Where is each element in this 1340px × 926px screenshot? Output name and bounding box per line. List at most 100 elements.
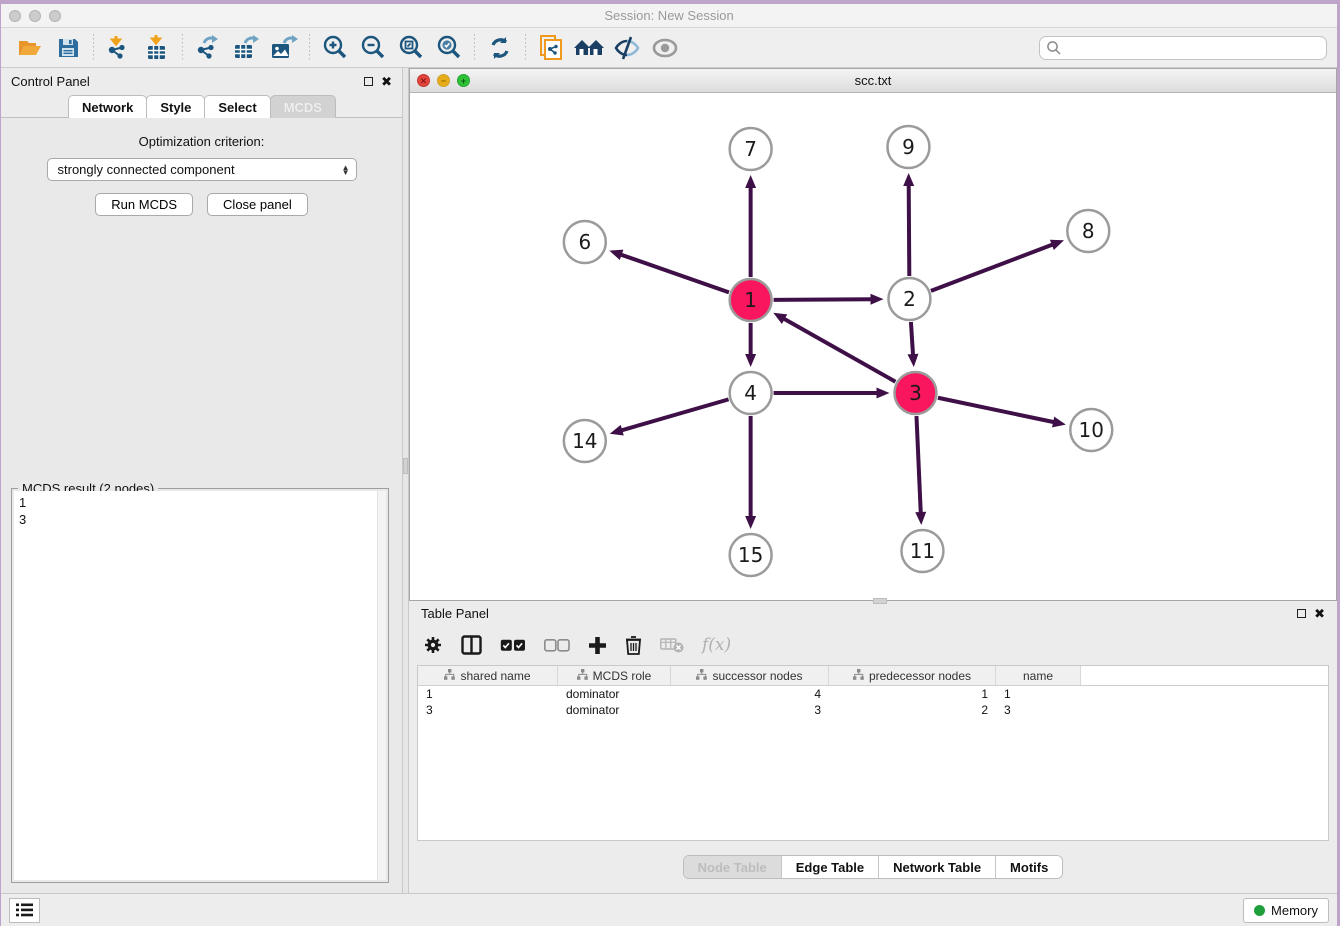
delete-column-button[interactable] xyxy=(625,635,642,655)
network-window-title: scc.txt xyxy=(410,73,1336,88)
apply-layout-button[interactable] xyxy=(484,32,516,64)
table-cell[interactable]: 2 xyxy=(829,703,996,717)
edge-1-2[interactable] xyxy=(774,299,873,300)
tab-network-table[interactable]: Network Table xyxy=(879,856,996,878)
main-toolbar xyxy=(1,28,1337,68)
table-settings-button[interactable] xyxy=(423,635,443,655)
import-network-button[interactable] xyxy=(103,32,135,64)
table-cell[interactable]: 4 xyxy=(671,687,829,701)
column-header-shared-name[interactable]: shared name xyxy=(418,666,558,685)
maximize-network-icon[interactable]: + xyxy=(457,74,470,87)
deselect-all-columns-button[interactable] xyxy=(544,639,570,652)
select-all-columns-button[interactable] xyxy=(500,639,526,652)
table-row[interactable]: 1dominator411 xyxy=(418,686,1328,702)
edge-2-9[interactable] xyxy=(909,184,910,276)
application-window: Session: New Session Cont xyxy=(1,4,1337,926)
result-scrollbar[interactable] xyxy=(377,491,386,880)
close-network-icon[interactable]: ✕ xyxy=(417,74,430,87)
edge-1-6[interactable] xyxy=(620,254,729,292)
home-button[interactable] xyxy=(573,32,605,64)
criterion-select[interactable]: strongly connected component ▲▼ xyxy=(47,158,357,181)
memory-button[interactable]: Memory xyxy=(1243,898,1329,923)
show-panels-button[interactable] xyxy=(649,32,681,64)
table-cell[interactable]: 1 xyxy=(418,687,558,701)
panel-divider[interactable] xyxy=(402,68,409,893)
table-cell[interactable]: dominator xyxy=(558,687,671,701)
create-column-button[interactable] xyxy=(588,636,607,655)
network-from-file-button[interactable] xyxy=(535,32,567,64)
task-history-button[interactable] xyxy=(9,898,40,923)
tab-node-table[interactable]: Node Table xyxy=(684,856,782,878)
horizontal-divider-grip[interactable] xyxy=(873,598,887,604)
maximize-window-icon[interactable] xyxy=(49,10,61,22)
tab-select[interactable]: Select xyxy=(204,95,270,118)
table-cell[interactable]: dominator xyxy=(558,703,671,717)
edge-2-8[interactable] xyxy=(931,244,1054,291)
status-bar: Memory xyxy=(1,893,1337,926)
column-header-mcds-role[interactable]: MCDS role xyxy=(558,666,671,685)
table-cell[interactable]: 3 xyxy=(996,703,1081,717)
close-panel-icon[interactable]: ✖ xyxy=(381,77,392,86)
close-panel-button[interactable]: Close panel xyxy=(207,193,308,216)
tab-motifs[interactable]: Motifs xyxy=(996,856,1062,878)
node-label-1: 1 xyxy=(744,288,757,312)
arrowhead-icon xyxy=(1052,417,1066,428)
zoom-in-button[interactable] xyxy=(319,32,351,64)
network-window-titlebar[interactable]: ✕ − + scc.txt xyxy=(410,69,1336,93)
table-cell[interactable]: 1 xyxy=(829,687,996,701)
arrowhead-icon xyxy=(745,175,756,188)
zoom-selected-button[interactable] xyxy=(433,32,465,64)
network-canvas[interactable]: 7968124314101511 xyxy=(410,93,1336,600)
mcds-result-list[interactable]: 1 3 xyxy=(14,491,386,880)
column-header-predecessor-nodes[interactable]: predecessor nodes xyxy=(829,666,996,685)
arrowhead-icon xyxy=(1050,240,1064,250)
column-header-name[interactable]: name xyxy=(996,666,1081,685)
close-table-panel-icon[interactable]: ✖ xyxy=(1314,609,1325,618)
edge-3-11[interactable] xyxy=(916,416,920,514)
save-session-button[interactable] xyxy=(52,32,84,64)
table-cell[interactable]: 1 xyxy=(996,687,1081,701)
tab-style[interactable]: Style xyxy=(146,95,205,118)
edge-3-10[interactable] xyxy=(938,398,1055,423)
shared-column-icon xyxy=(444,669,455,683)
edge-2-3[interactable] xyxy=(911,322,913,356)
table-panel: Table Panel ✖ f(x) s xyxy=(409,601,1337,893)
edge-3-1[interactable] xyxy=(783,318,896,382)
open-session-button[interactable] xyxy=(14,32,46,64)
minimize-window-icon[interactable] xyxy=(29,10,41,22)
column-header-successor-nodes[interactable]: successor nodes xyxy=(671,666,829,685)
zoom-fit-button[interactable] xyxy=(395,32,427,64)
search-icon xyxy=(1046,40,1062,61)
close-window-icon[interactable] xyxy=(9,10,21,22)
divider-grip[interactable] xyxy=(403,458,408,474)
table-row[interactable]: 3dominator323 xyxy=(418,702,1328,718)
node-table[interactable]: shared nameMCDS rolesuccessor nodesprede… xyxy=(417,665,1329,841)
zoom-out-button[interactable] xyxy=(357,32,389,64)
network-graph[interactable]: 7968124314101511 xyxy=(410,93,1336,600)
delete-table-button[interactable] xyxy=(660,638,684,653)
table-cell[interactable]: 3 xyxy=(671,703,829,717)
hide-panels-button[interactable] xyxy=(611,32,643,64)
minimize-network-icon[interactable]: − xyxy=(437,74,450,87)
toolbar-separator xyxy=(309,34,310,62)
export-network-button[interactable] xyxy=(192,32,224,64)
toolbar-separator xyxy=(93,34,94,62)
optimization-criterion-label: Optimization criterion: xyxy=(1,134,402,149)
network-view-window: ✕ − + scc.txt 7968124314101511 xyxy=(409,68,1337,601)
split-columns-button[interactable] xyxy=(461,635,482,655)
run-mcds-button[interactable]: Run MCDS xyxy=(95,193,193,216)
export-image-button[interactable] xyxy=(268,32,300,64)
tab-mcds[interactable]: MCDS xyxy=(270,95,336,118)
tab-edge-table[interactable]: Edge Table xyxy=(782,856,879,878)
control-panel-title: Control Panel xyxy=(11,74,90,89)
float-table-panel-icon[interactable] xyxy=(1297,609,1306,618)
tab-network[interactable]: Network xyxy=(68,95,147,118)
edge-4-14[interactable] xyxy=(620,399,728,430)
control-panel: Control Panel ✖ NetworkStyleSelectMCDS O… xyxy=(1,68,402,893)
export-table-button[interactable] xyxy=(230,32,262,64)
search-input[interactable] xyxy=(1039,36,1327,60)
import-table-button[interactable] xyxy=(141,32,173,64)
function-builder-button[interactable]: f(x) xyxy=(702,635,731,655)
table-cell[interactable]: 3 xyxy=(418,703,558,717)
float-panel-icon[interactable] xyxy=(364,77,373,86)
